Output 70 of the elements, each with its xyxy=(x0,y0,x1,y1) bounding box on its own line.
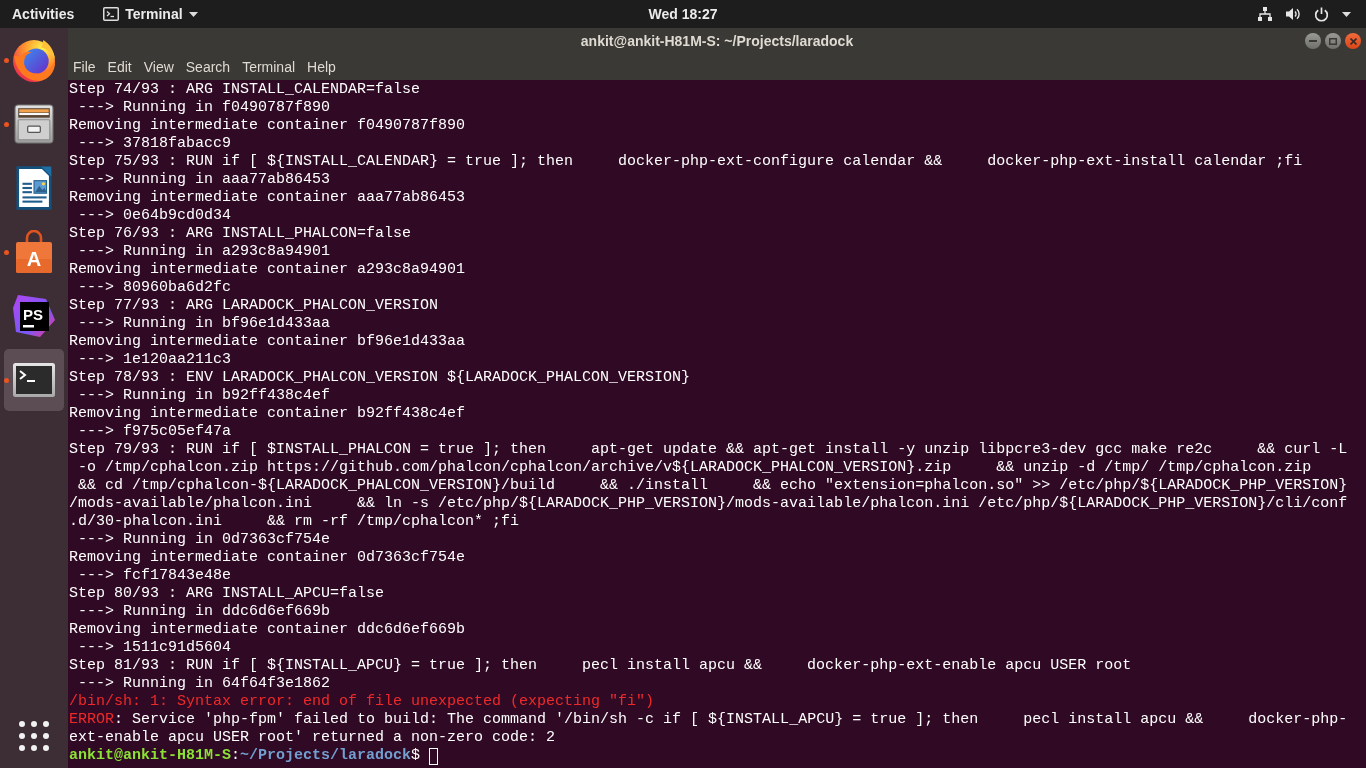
dock-item[interactable]: PS xyxy=(4,285,64,347)
close-icon xyxy=(1349,37,1357,45)
terminal-line: Removing intermediate container a293c8a94901 xyxy=(69,261,466,279)
shell-prompt: ankit@ankit-H81M-S:~/Projects/laradock$ xyxy=(69,747,421,765)
window-title: ankit@ankit-H81M-S: ~/Projects/laradock xyxy=(580,33,854,49)
terminal-line: ---> f975c05ef47a xyxy=(77,423,232,441)
terminal-line: ---> Running in 64f64f3e1862 xyxy=(77,675,331,693)
terminal-icon xyxy=(12,362,56,398)
terminal-line: ---> 0e64b9cd0d34 xyxy=(77,207,232,225)
menu-item[interactable]: Edit xyxy=(101,56,138,78)
terminal-line: Removing intermediate container 0d7363cf754e xyxy=(69,549,466,567)
terminal-line: ---> 1511c91d5604 xyxy=(77,639,232,657)
app-menu[interactable]: Terminal xyxy=(95,0,206,28)
caret-icon xyxy=(188,11,198,17)
terminal-line: ---> Running in aaa77ab86453 xyxy=(77,171,331,189)
terminal-line: ---> Running in f0490787f890 xyxy=(77,99,331,117)
clock[interactable]: Wed 18:27 xyxy=(640,0,726,28)
browser-icon xyxy=(12,38,56,82)
maximize-icon xyxy=(1329,37,1337,45)
terminal-line: ---> Running in bf96e1d433aa xyxy=(77,315,331,333)
power-icon xyxy=(1314,6,1329,22)
terminal-line: ---> Running in ddc6d6ef669b xyxy=(77,603,331,621)
volume-icon xyxy=(1286,7,1301,21)
terminal-line: ERROR: Service 'php-fpm' failed to build: The command '/bin/sh -c if [ ${INSTALL_APCU} = true ]; then pecl install apcu && docker-php- xyxy=(69,711,1348,729)
terminal-line: Step 76/93 : ARG INSTALL_PHALCON=false xyxy=(69,225,412,243)
terminal-line: .d/30-phalcon.ini && rm -rf /tmp/cphalcon* ;fi xyxy=(69,513,520,531)
document-icon xyxy=(16,166,52,210)
terminal-line: Step 81/93 : RUN if [ ${INSTALL_APCU} = true ]; then pecl install apcu && docker-php-ext-enable apcu USER root xyxy=(69,657,1132,675)
terminal-line: Removing intermediate container b92ff438c4ef xyxy=(69,405,466,423)
terminal-line: /mods-available/phalcon.ini && ln -s /etc/php/${LARADOCK_PHP_VERSION}/mods-available/phalcon.ini /etc/php/${LARADOCK_PHP_VERSION}/cli/conf xyxy=(69,495,1348,513)
terminal-line: Step 79/93 : RUN if [ $INSTALL_PHALCON = true ]; then apt-get update && apt-get install -y unzip libpcre3-dev gcc make re2c && curl -L xyxy=(69,441,1348,459)
terminal-line: ---> 37818fabacc9 xyxy=(77,135,232,153)
grid-icon xyxy=(19,721,49,751)
terminal-line: Step 80/93 : ARG INSTALL_APCU=false xyxy=(69,585,385,603)
terminal-line: ---> Running in b92ff438c4ef xyxy=(77,387,331,405)
file-cabinet-icon xyxy=(14,104,54,144)
terminal-line: Step 77/93 : ARG LARADOCK_PHALCON_VERSION xyxy=(69,297,439,315)
terminal-line: Removing intermediate container bf96e1d433aa xyxy=(69,333,466,351)
terminal-line: -o /tmp/cphalcon.zip https://github.com/phalcon/cphalcon/archive/v${LARADOCK_PHALCON_VERSION}.zip && unzip -d /tmp/ /tmp/cphalcon.zip xyxy=(77,459,1312,477)
terminal-line: && cd /tmp/cphalcon-${LARADOCK_PHALCON_VERSION}/build && ./install && echo "extension=phalcon.so" >> /etc/php/${LARADOCK_PHP_VERSION} xyxy=(77,477,1348,495)
terminal-line: Removing intermediate container ddc6d6ef669b xyxy=(69,621,466,639)
terminal-line: Step 74/93 : ARG INSTALL_CALENDAR=false xyxy=(69,81,421,99)
menu-item[interactable]: Help xyxy=(301,56,342,78)
terminal-line: ---> 80960ba6d2fc xyxy=(77,279,232,297)
menu-item[interactable]: File xyxy=(67,56,102,78)
terminal-icon xyxy=(103,7,120,21)
close-button[interactable] xyxy=(1345,33,1361,49)
terminal-line: Step 75/93 : RUN if [ ${INSTALL_CALENDAR} = true ]; then docker-php-ext-configure calendar && docker-php-ext-install calendar ;fi xyxy=(69,153,1303,171)
terminal-line: ---> fcf17843e48e xyxy=(77,567,232,585)
terminal-line: Removing intermediate container aaa77ab86453 xyxy=(69,189,466,207)
minimize-button[interactable] xyxy=(1305,33,1321,49)
terminal-line: ext-enable apcu USER root' returned a non-zero code: 2 xyxy=(69,729,556,747)
caret-icon xyxy=(1342,11,1351,17)
dock-item[interactable] xyxy=(4,349,64,411)
menu-item[interactable]: View xyxy=(137,56,180,78)
terminal-line: Step 78/93 : ENV LARADOCK_PHALCON_VERSION ${LARADOCK_PHALCON_VERSION} xyxy=(69,369,691,387)
terminal-line: Removing intermediate container f0490787f890 xyxy=(69,117,466,135)
menu-item[interactable]: Search xyxy=(179,56,237,78)
network-icon xyxy=(1257,6,1273,22)
maximize-button[interactable] xyxy=(1325,33,1341,49)
minimize-icon xyxy=(1309,40,1317,42)
terminal-line: /bin/sh: 1: Syntax error: end of file unexpected (expecting "fi") xyxy=(69,693,655,711)
terminal-line: ---> 1e120aa211c3 xyxy=(77,351,232,369)
menu-item[interactable]: Terminal xyxy=(236,56,302,78)
ide-logo: PS xyxy=(12,294,56,338)
activities-button[interactable]: Activities xyxy=(0,0,86,28)
shopping-bag-logo: A xyxy=(15,230,53,274)
text-cursor xyxy=(429,747,439,765)
terminal-line: ---> Running in a293c8a94901 xyxy=(77,243,331,261)
terminal-line: ---> Running in 0d7363cf754e xyxy=(77,531,331,549)
